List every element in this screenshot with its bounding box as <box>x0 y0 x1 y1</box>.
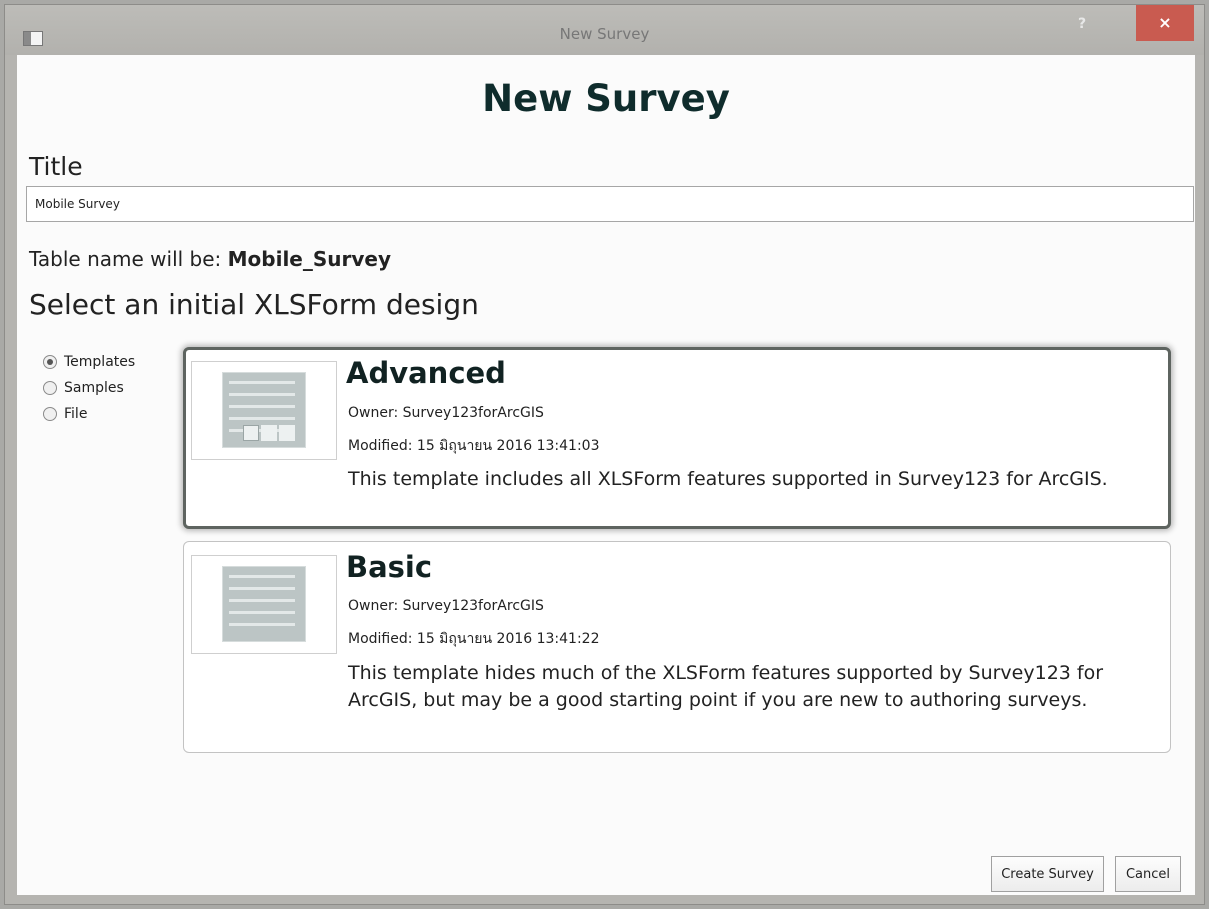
template-modified: Modified: 15 มิถุนายน 2016 13:41:22 <box>348 631 600 647</box>
template-thumbnail <box>191 361 337 460</box>
table-name-info: Table name will be: Mobile_Survey <box>29 247 391 271</box>
form-template-icon <box>222 372 306 448</box>
template-title: Basic <box>346 550 433 584</box>
template-title: Advanced <box>346 356 506 390</box>
window-title: New Survey <box>559 25 650 43</box>
close-button[interactable]: × <box>1136 5 1194 41</box>
radio-file[interactable]: File <box>43 401 135 427</box>
table-name-prefix: Table name will be: <box>29 247 222 271</box>
cancel-button[interactable]: Cancel <box>1115 856 1181 892</box>
table-name-value: Mobile_Survey <box>227 247 392 271</box>
radio-file-label: File <box>64 406 88 422</box>
form-template-icon <box>222 566 306 642</box>
radio-samples-label: Samples <box>64 380 124 396</box>
template-owner: Owner: Survey123forArcGIS <box>348 598 544 614</box>
radio-templates[interactable]: Templates <box>43 349 135 375</box>
create-survey-button[interactable]: Create Survey <box>991 856 1104 892</box>
title-input[interactable] <box>26 186 1194 222</box>
page-title: New Survey <box>482 77 730 120</box>
radio-unselected-icon[interactable] <box>43 407 57 421</box>
template-description: This template includes all XLSForm featu… <box>348 468 1108 490</box>
radio-unselected-icon[interactable] <box>43 381 57 395</box>
template-card-basic[interactable]: Basic Owner: Survey123forArcGIS Modified… <box>183 541 1171 753</box>
template-card-advanced[interactable]: Advanced Owner: Survey123forArcGIS Modif… <box>183 347 1171 529</box>
dialog-content: New Survey Title Table name will be: Mob… <box>17 55 1195 895</box>
radio-samples[interactable]: Samples <box>43 375 135 401</box>
select-design-label: Select an initial XLSForm design <box>29 288 479 321</box>
template-modified: Modified: 15 มิถุนายน 2016 13:41:03 <box>348 438 600 454</box>
radio-templates-label: Templates <box>64 354 136 370</box>
source-radio-group: Templates Samples File <box>43 349 135 427</box>
title-bar: New Survey ? × <box>5 5 1204 55</box>
title-label: Title <box>29 152 83 181</box>
template-description: This template hides much of the XLSForm … <box>348 662 1104 711</box>
radio-selected-icon[interactable] <box>43 355 57 369</box>
new-survey-dialog: New Survey ? × New Survey Title Table na… <box>4 4 1205 905</box>
template-owner: Owner: Survey123forArcGIS <box>348 405 544 421</box>
help-button[interactable]: ? <box>1068 11 1096 37</box>
template-thumbnail <box>191 555 337 654</box>
